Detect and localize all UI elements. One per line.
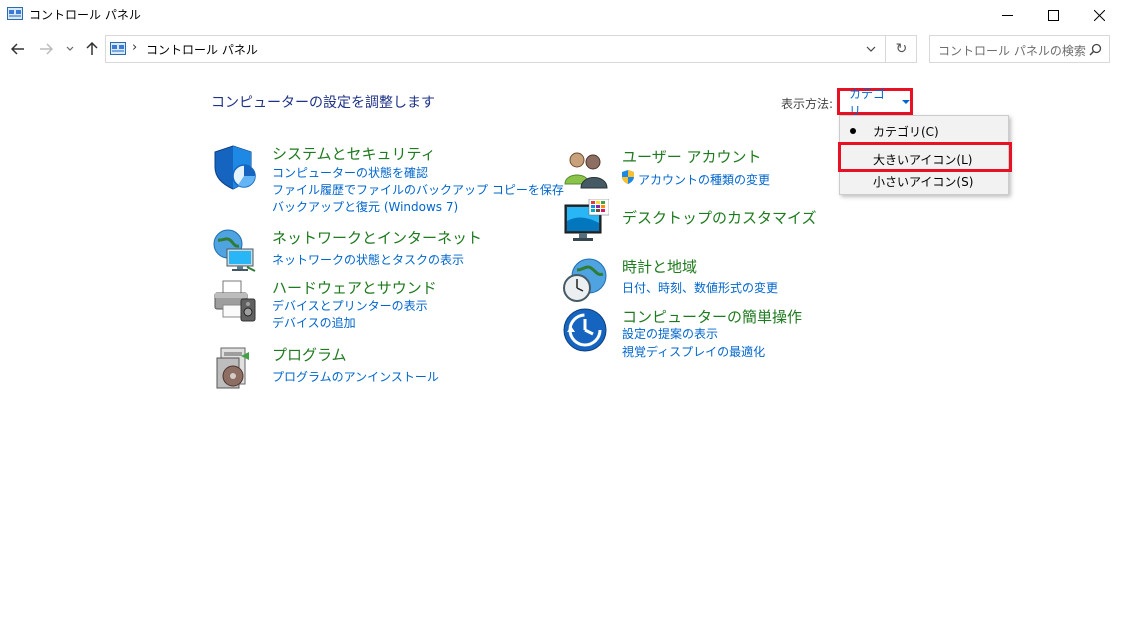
minimize-icon (1001, 14, 1013, 16)
breadcrumb-separator[interactable]: › (132, 40, 137, 55)
category-link[interactable]: デバイスとプリンターの表示 (272, 297, 428, 314)
search-input[interactable]: コントロール パネルの検索 (938, 42, 1086, 59)
network-globe-icon[interactable] (211, 227, 259, 275)
desktop-personalize-icon[interactable] (561, 199, 609, 247)
view-by-value[interactable]: カテゴリ (849, 85, 896, 119)
category-title[interactable]: ネットワークとインターネット (272, 227, 482, 248)
category-link[interactable]: 設定の提案の表示 (622, 325, 718, 342)
recent-locations-button[interactable] (62, 38, 78, 60)
category-title[interactable]: ハードウェアとサウンド (272, 277, 437, 298)
caret-down-icon (902, 99, 910, 104)
title-bar: コントロール パネル (0, 0, 1122, 30)
menu-item-category[interactable]: カテゴリ(C) (840, 118, 1008, 142)
ease-of-access-icon[interactable] (561, 306, 609, 354)
forward-button[interactable] (36, 38, 56, 60)
arrow-right-icon (40, 43, 53, 55)
menu-item-label: カテゴリ(C) (873, 125, 939, 139)
uac-shield-icon (622, 170, 634, 184)
category-title[interactable]: システムとセキュリティ (272, 143, 436, 164)
printer-icon[interactable] (211, 277, 259, 325)
arrow-left-icon (11, 43, 24, 55)
category-title[interactable]: プログラム (272, 344, 347, 365)
search-box[interactable]: コントロール パネルの検索 (929, 35, 1110, 63)
chevron-down-icon (866, 46, 876, 52)
refresh-button[interactable]: ↻ (887, 36, 916, 62)
category-title[interactable]: 時計と地域 (622, 256, 697, 277)
chevron-down-icon (66, 46, 74, 51)
control-panel-icon (7, 7, 23, 20)
users-icon[interactable] (561, 146, 609, 194)
category-link[interactable]: ファイル履歴でファイルのバックアップ コピーを保存 (272, 181, 564, 198)
close-icon (1093, 9, 1105, 21)
refresh-icon: ↻ (895, 41, 908, 57)
maximize-icon (1047, 9, 1059, 21)
category-link[interactable]: 視覚ディスプレイの最適化 (622, 343, 765, 360)
address-bar[interactable]: › コントロール パネル ↻ (105, 35, 917, 63)
back-button[interactable] (8, 38, 28, 60)
selected-bullet-icon (850, 128, 856, 134)
address-divider (885, 36, 886, 62)
category-link[interactable]: ネットワークの状態とタスクの表示 (272, 251, 464, 268)
control-panel-window: コントロール パネル › コントロール パネル ↻ コントロール パネルの検索 … (0, 0, 1122, 629)
category-link[interactable]: バックアップと復元 (Windows 7) (272, 198, 458, 215)
view-by-label: 表示方法: (781, 97, 834, 111)
window-title: コントロール パネル (29, 8, 141, 22)
search-icon[interactable] (1089, 43, 1102, 56)
category-title[interactable]: デスクトップのカスタマイズ (622, 207, 817, 228)
programs-icon[interactable] (211, 344, 259, 392)
category-title[interactable]: コンピューターの簡単操作 (622, 306, 802, 327)
address-dropdown-button[interactable] (858, 36, 884, 62)
clock-globe-icon[interactable] (561, 256, 609, 304)
category-link[interactable]: 日付、時刻、数値形式の変更 (622, 279, 778, 296)
arrow-up-icon (86, 42, 98, 55)
up-button[interactable] (82, 38, 102, 60)
view-by-dropdown[interactable]: カテゴリ (837, 87, 913, 118)
category-link[interactable]: アカウントの種類の変更 (638, 171, 770, 188)
maximize-button[interactable] (1030, 0, 1076, 30)
category-link[interactable]: プログラムのアンインストール (272, 368, 439, 385)
category-link[interactable]: コンピューターの状態を確認 (272, 164, 428, 181)
category-title[interactable]: ユーザー アカウント (622, 146, 761, 167)
category-link[interactable]: デバイスの追加 (272, 314, 356, 331)
control-panel-icon (110, 42, 126, 55)
close-button[interactable] (1076, 0, 1122, 30)
shield-icon[interactable] (211, 143, 259, 191)
page-title: コンピューターの設定を調整します (211, 95, 435, 111)
minimize-button[interactable] (984, 0, 1030, 30)
breadcrumb[interactable]: コントロール パネル (146, 41, 258, 58)
menu-item-label: 小さいアイコン(S) (873, 175, 974, 189)
highlight-box (838, 142, 1012, 172)
